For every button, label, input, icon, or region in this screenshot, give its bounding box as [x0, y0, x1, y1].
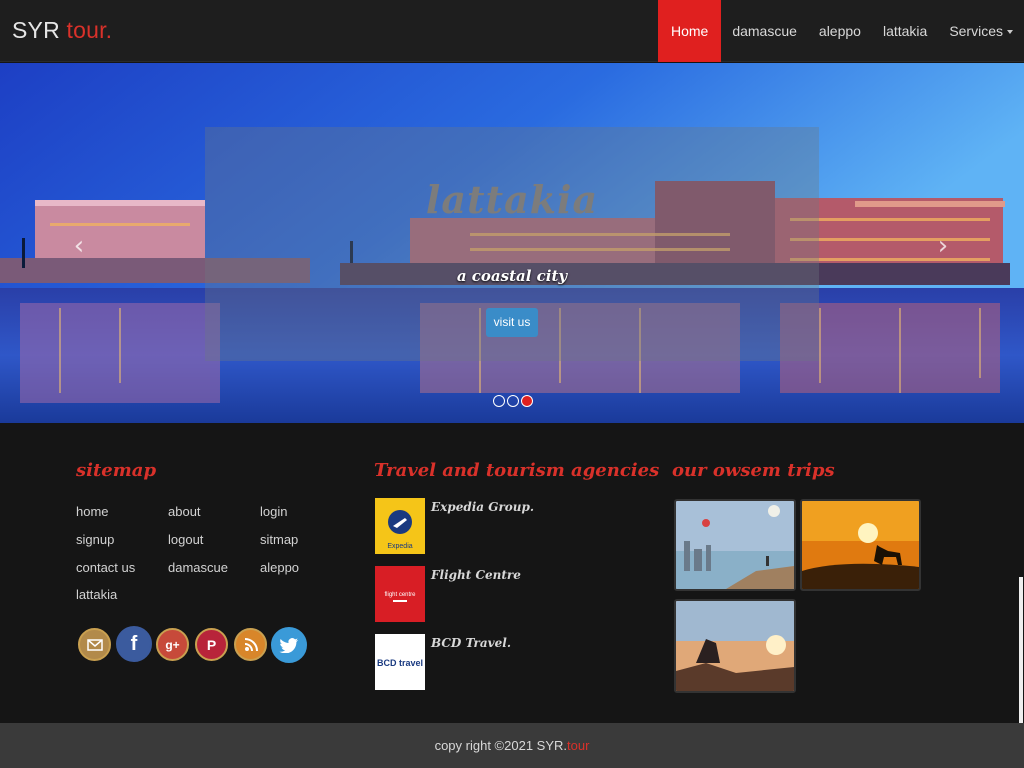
caret-down-icon	[1007, 30, 1013, 35]
brand-logo[interactable]: SYR tour.	[12, 17, 112, 44]
nav-home[interactable]: Home	[657, 0, 722, 62]
nav-menu: Home damascue aleppo lattakia Services	[657, 0, 1024, 62]
sitemap-link-damascue[interactable]: damascue	[168, 560, 228, 575]
copyright-brand-accent: tour	[567, 738, 590, 753]
carousel-indicator-3[interactable]	[521, 395, 533, 407]
carousel-next-icon[interactable]: ›	[932, 231, 954, 261]
sitemap-heading: sitemap	[76, 460, 157, 481]
rss-icon[interactable]	[234, 628, 267, 661]
expedia-logo[interactable]: Expedia	[375, 498, 425, 554]
pinterest-icon[interactable]: P	[195, 628, 228, 661]
nav-aleppo[interactable]: aleppo	[808, 0, 872, 62]
sitemap-link-home[interactable]: home	[76, 504, 109, 519]
trip-image-city-balloons[interactable]	[674, 499, 796, 591]
agencies-heading: Travel and tourism agencies	[374, 460, 660, 481]
sitemap-link-logout[interactable]: logout	[168, 532, 203, 547]
sitemap-link-lattakia[interactable]: lattakia	[76, 587, 117, 602]
flight-centre-logo-text: flight centre	[384, 592, 416, 598]
trip-image-deer-sunset[interactable]	[800, 499, 921, 591]
carousel-indicators	[493, 395, 533, 407]
expedia-logo-text: Expedia	[387, 543, 412, 550]
navbar: SYR tour. Home damascue aleppo lattakia …	[0, 0, 1024, 62]
scrollbar[interactable]	[1019, 577, 1023, 723]
visit-us-button[interactable]: visit us	[486, 308, 538, 337]
footer: sitemap home about login signup logout s…	[0, 423, 1024, 723]
twitter-icon[interactable]	[271, 627, 307, 663]
caption-title: lattakia	[425, 177, 599, 222]
carousel-caption: lattakia a coastal city visit us	[205, 127, 819, 361]
brand-part-1: SYR	[12, 17, 60, 43]
bcd-travel-logo[interactable]: BCD travel	[375, 634, 425, 690]
carousel-prev-icon[interactable]: ‹	[68, 231, 90, 261]
brand-part-2: tour.	[66, 17, 113, 43]
sitemap-link-contact-us[interactable]: contact us	[76, 560, 135, 575]
google-plus-icon[interactable]: g+	[156, 628, 189, 661]
nav-lattakia[interactable]: lattakia	[872, 0, 938, 62]
hero-carousel: lattakia a coastal city visit us ‹ ›	[0, 63, 1024, 423]
caption-subtitle: a coastal city	[456, 267, 568, 285]
agency-name-bcd[interactable]: BCD Travel.	[431, 636, 511, 650]
copyright-bar: copy right ©2021 SYR.tour	[0, 723, 1024, 768]
facebook-icon[interactable]: f	[116, 626, 152, 662]
sitemap-link-signup[interactable]: signup	[76, 532, 114, 547]
nav-services-dropdown[interactable]: Services	[938, 0, 1024, 62]
bcd-logo-text: BCD travel	[377, 658, 423, 668]
nav-damascue[interactable]: damascue	[721, 0, 808, 62]
trip-image-hiker-mountain[interactable]	[674, 599, 796, 693]
agency-name-flight-centre[interactable]: Flight Centre	[431, 568, 521, 582]
carousel-indicator-1[interactable]	[493, 395, 505, 407]
copyright-text: copy right ©2021 SYR.	[434, 738, 568, 753]
trips-heading: our owsem trips	[672, 460, 835, 481]
carousel-indicator-2[interactable]	[507, 395, 519, 407]
sitemap-link-aleppo[interactable]: aleppo	[260, 560, 299, 575]
sitemap-link-login[interactable]: login	[260, 504, 287, 519]
sitemap-link-sitmap[interactable]: sitmap	[260, 532, 298, 547]
nav-services-label: Services	[949, 23, 1003, 39]
sitemap-link-about[interactable]: about	[168, 504, 201, 519]
agency-name-expedia[interactable]: Expedia Group.	[431, 500, 534, 514]
email-icon[interactable]	[78, 628, 111, 661]
flight-centre-logo[interactable]: flight centre	[375, 566, 425, 622]
